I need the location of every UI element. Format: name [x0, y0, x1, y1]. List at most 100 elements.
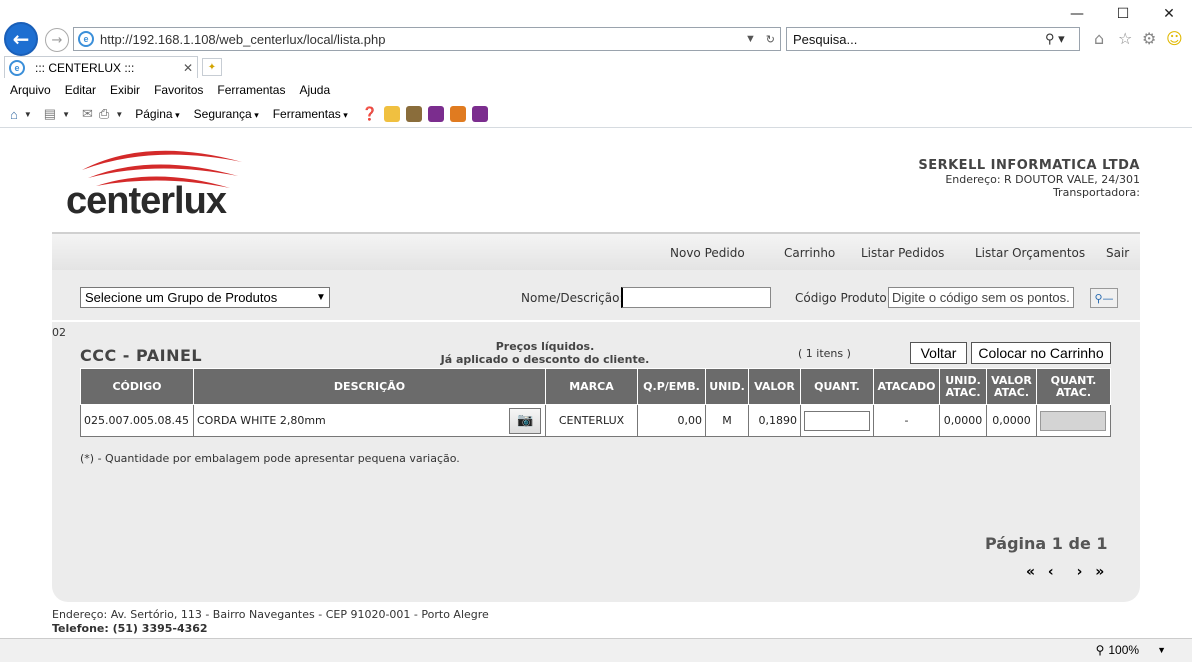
group-code: 02 — [52, 326, 66, 339]
chevron-down-icon[interactable]: ▼ — [62, 110, 70, 119]
nav-list-orders[interactable]: Listar Pedidos — [861, 246, 944, 260]
tab-centerlux[interactable]: e ::: CENTERLUX ::: ✕ — [4, 56, 198, 78]
feeds-icon[interactable]: ▤ — [44, 106, 56, 122]
close-tab-icon[interactable]: ✕ — [183, 61, 197, 75]
cmd-ferramentas[interactable]: Ferramentas — [273, 107, 348, 121]
prices-note-line2: Já aplicado o desconto do cliente. — [440, 353, 650, 366]
address-bar[interactable]: e http://192.168.1.108/web_centerlux/loc… — [73, 27, 781, 51]
cell-brand: CENTERLUX — [545, 404, 638, 437]
cell-photo: 📷 — [505, 404, 546, 437]
new-tab-icon[interactable]: ✦ — [202, 58, 222, 76]
col-unit: UNID. — [705, 368, 749, 405]
cell-unit: M — [705, 404, 749, 437]
col-wholesale-qty: QUANT. ATAC. — [1036, 368, 1111, 405]
product-group-select[interactable]: Selecione um Grupo de Produtos ▼ — [80, 287, 330, 308]
search-icon[interactable]: ⚲ ▾ — [1045, 31, 1079, 47]
menu-editar[interactable]: Editar — [65, 83, 96, 97]
prices-note-line1: Preços líquidos. — [495, 340, 595, 353]
cell-price: 0,1890 — [748, 404, 801, 437]
home-icon[interactable]: ⌂ — [1094, 29, 1104, 48]
nav-cart[interactable]: Carrinho — [784, 246, 835, 260]
prices-note: Preços líquidos. Já aplicado o desconto … — [380, 340, 710, 366]
onenote-icon[interactable] — [471, 106, 488, 122]
prev-page-icon[interactable]: ‹ — [1048, 564, 1055, 580]
camera-icon[interactable]: 📷 — [509, 407, 542, 434]
tab-row: e ::: CENTERLUX ::: ✕ ✦ — [0, 56, 1192, 80]
add-to-cart-button[interactable]: Colocar no Carrinho — [971, 342, 1111, 364]
url-text[interactable]: http://192.168.1.108/web_centerlux/local… — [100, 32, 740, 47]
cell-code: 025.007.005.08.45 — [80, 404, 194, 437]
address-row: ← → e http://192.168.1.108/web_centerlux… — [0, 22, 1192, 58]
onenote-icon[interactable] — [427, 106, 444, 122]
cell-wholesale-qty — [1036, 404, 1111, 437]
zoom-control[interactable]: ⚲ 100% ▼ — [1096, 643, 1166, 657]
wholesale-quantity-input — [1040, 410, 1106, 431]
back-arrow-icon[interactable]: ← — [4, 22, 38, 56]
mail-icon[interactable]: ✉ — [82, 106, 93, 122]
items-count: ( 1 itens ) — [798, 347, 851, 360]
menu-favoritos[interactable]: Favoritos — [154, 83, 203, 97]
cell-wholesale-price: 0,0000 — [986, 404, 1037, 437]
plugin-icon[interactable] — [383, 106, 400, 122]
plugin-icon[interactable] — [449, 106, 466, 122]
ie-page-icon: e — [78, 31, 94, 47]
pagination-text: Página 1 de 1 — [985, 534, 1108, 553]
chevron-down-icon[interactable]: ▼ — [115, 110, 123, 119]
logo-text: centerlux — [66, 180, 227, 222]
zoom-level: 100% — [1108, 643, 1140, 657]
command-bar: ⌂▼ ▤▼ ✉ ⎙▼ Página Segurança Ferramentas … — [0, 102, 1192, 126]
chevron-down-icon: ▼ — [316, 292, 326, 303]
name-input[interactable] — [621, 287, 771, 308]
table-header-row: CÓDIGO DESCRIÇÃO MARCA Q.P/EMB. UNID. VA… — [80, 368, 1111, 405]
table-row: 025.007.005.08.45 CORDA WHITE 2,80mm 📷 C… — [80, 404, 1111, 437]
nav-list-quotes[interactable]: Listar Orçamentos — [975, 246, 1085, 260]
search-button[interactable]: ⚲— — [1090, 288, 1118, 308]
cell-wholesale-unit: 0,0000 — [939, 404, 987, 437]
home-cmd-icon[interactable]: ⌂ — [10, 107, 18, 122]
magnifier-icon: ⚲— — [1094, 291, 1114, 305]
gear-icon[interactable]: ⚙ — [1142, 29, 1156, 48]
col-qty: QUANT. — [800, 368, 874, 405]
dropdown-icon[interactable]: ▼ — [745, 33, 756, 46]
smiley-icon[interactable]: ☺ — [1166, 29, 1183, 48]
ie-tab-icon: e — [9, 59, 25, 76]
col-description: DESCRIÇÃO — [193, 368, 546, 405]
centerlux-logo[interactable]: centerlux — [52, 136, 242, 226]
quantity-input[interactable] — [804, 410, 870, 431]
cmd-seguranca[interactable]: Segurança — [194, 107, 259, 121]
first-page-icon[interactable]: « — [1026, 564, 1036, 580]
chevron-down-icon[interactable]: ▼ — [24, 110, 32, 119]
last-page-icon[interactable]: » — [1095, 564, 1105, 580]
col-brand: MARCA — [545, 368, 638, 405]
product-group-value: Selecione um Grupo de Produtos — [85, 290, 278, 305]
search-input[interactable]: Pesquisa... — [793, 32, 1045, 47]
favorites-star-icon[interactable]: ☆ — [1118, 29, 1132, 48]
nav-new-order[interactable]: Novo Pedido — [670, 246, 745, 260]
forward-arrow-icon[interactable]: → — [45, 28, 69, 52]
menu-ferramentas[interactable]: Ferramentas — [217, 83, 285, 97]
nav-exit[interactable]: Sair — [1106, 246, 1129, 260]
cmd-pagina[interactable]: Página — [135, 107, 179, 121]
menu-exibir[interactable]: Exibir — [110, 83, 140, 97]
chevron-down-icon[interactable]: ▼ — [1157, 645, 1166, 655]
products-table: CÓDIGO DESCRIÇÃO MARCA Q.P/EMB. UNID. VA… — [80, 368, 1111, 437]
code-input[interactable]: Digite o código sem os pontos. — [888, 287, 1074, 308]
help-icon[interactable]: ❓ — [362, 106, 378, 122]
col-qty-pack: Q.P/EMB. — [637, 368, 706, 405]
plugin-icon[interactable] — [405, 106, 422, 122]
main-nav: Novo Pedido Carrinho Listar Pedidos List… — [52, 232, 1140, 270]
search-box[interactable]: Pesquisa... ⚲ ▾ — [786, 27, 1080, 51]
print-icon[interactable]: ⎙ — [99, 106, 109, 122]
back-button[interactable]: Voltar — [910, 342, 967, 364]
refresh-icon[interactable]: ↻ — [766, 33, 775, 46]
address-controls: ▼ ↻ — [740, 33, 780, 46]
next-page-icon[interactable]: › — [1077, 564, 1084, 580]
col-code: CÓDIGO — [80, 368, 194, 405]
col-wholesale: ATACADO — [873, 368, 940, 405]
col-price: VALOR — [748, 368, 801, 405]
menu-arquivo[interactable]: Arquivo — [10, 83, 51, 97]
cell-description: CORDA WHITE 2,80mm — [193, 404, 506, 437]
col-wholesale-unit: UNID. ATAC. — [939, 368, 987, 405]
menu-ajuda[interactable]: Ajuda — [299, 83, 330, 97]
zoom-icon: ⚲ — [1095, 643, 1105, 657]
